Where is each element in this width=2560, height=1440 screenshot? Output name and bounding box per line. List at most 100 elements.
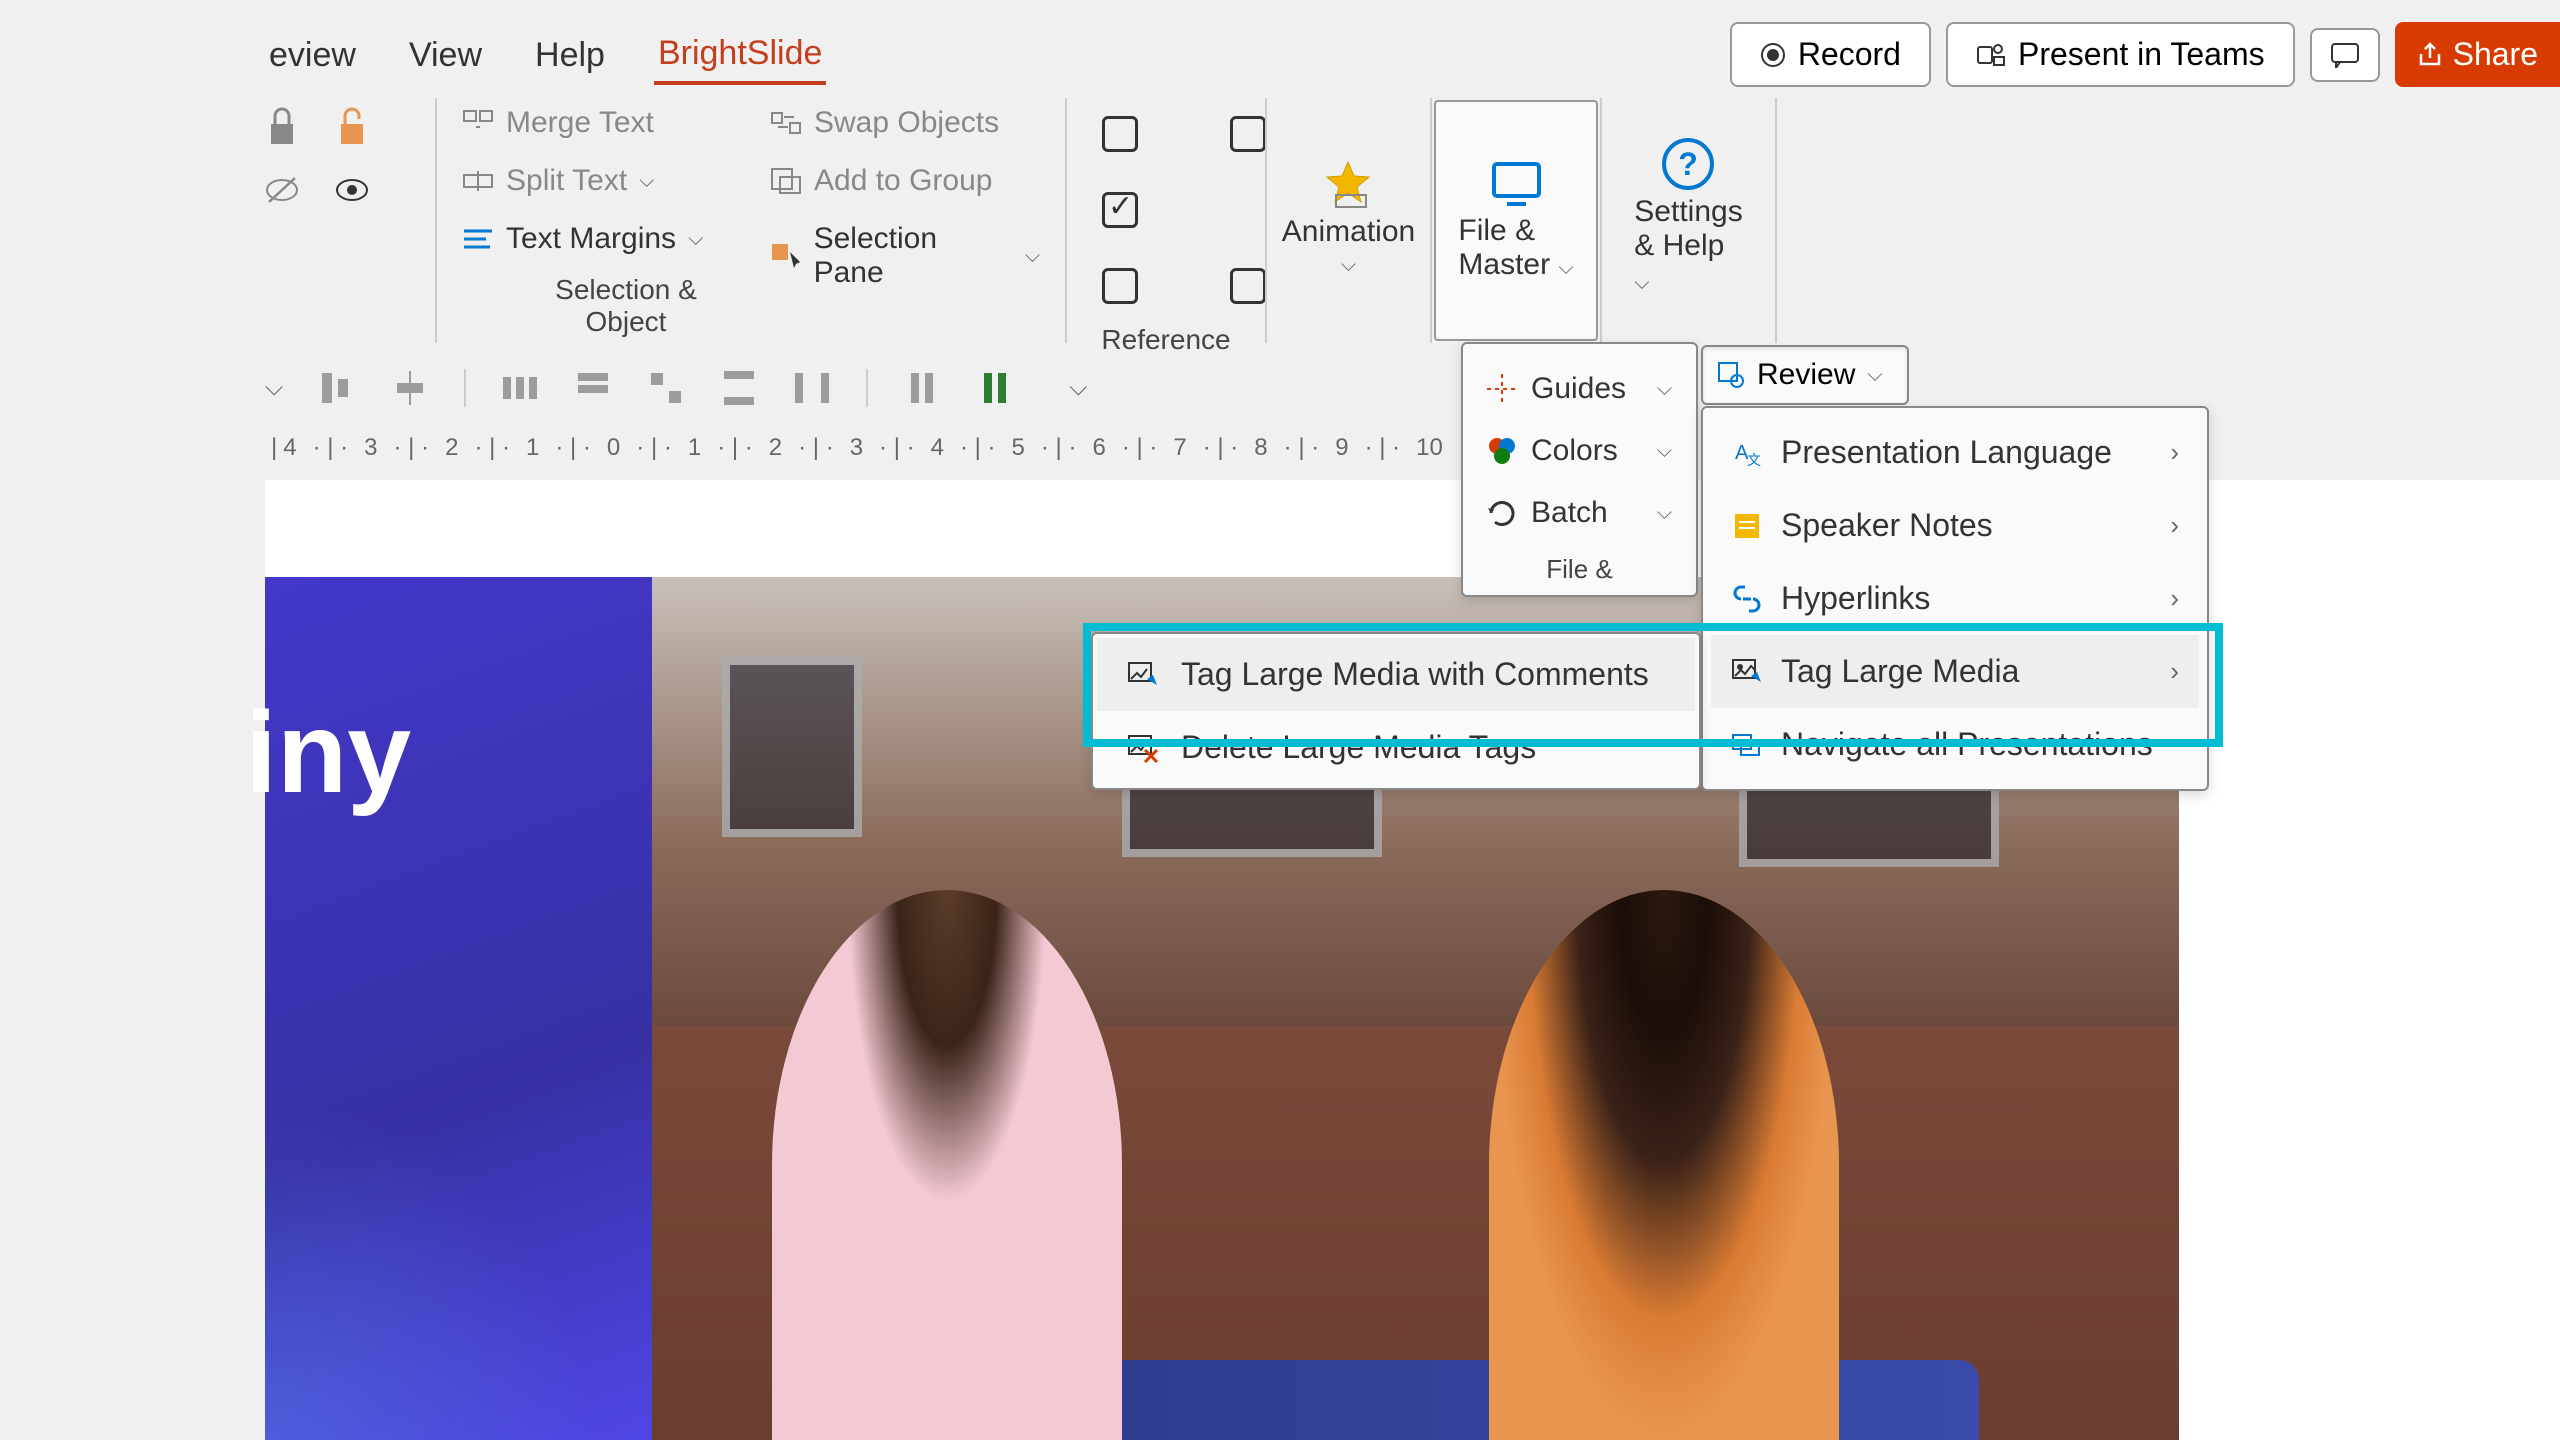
ruler: | 4· | · 3· | · 2· | · 1· | · 0· | · 1· … xyxy=(265,430,2560,466)
tab-help[interactable]: Help xyxy=(531,28,609,83)
split-text-label: Split Text xyxy=(506,164,627,198)
add-to-group-label: Add to Group xyxy=(814,164,992,198)
hyperlinks-label: Hyperlinks xyxy=(1781,580,1930,617)
speaker-notes-label: Speaker Notes xyxy=(1781,507,1993,544)
tab-view[interactable]: View xyxy=(405,28,486,83)
speaker-notes-item[interactable]: Speaker Notes › xyxy=(1711,489,2199,562)
tag-large-media-label: Tag Large Media xyxy=(1781,653,2019,690)
batch-icon xyxy=(1487,498,1517,528)
slide-title-text: iny xyxy=(245,687,411,819)
slide-canvas[interactable]: iny xyxy=(265,480,2560,1440)
eye-icon[interactable] xyxy=(335,176,370,204)
file-master-button[interactable]: File &Master ⌵ xyxy=(1434,100,1598,341)
guides-label: Guides xyxy=(1531,372,1626,406)
slide-title-panel: iny xyxy=(265,577,652,1440)
swap-objects-button[interactable]: Swap Objects xyxy=(770,106,1040,140)
more-icon[interactable]: ⌵ xyxy=(265,374,283,402)
svg-text:文: 文 xyxy=(1747,452,1761,468)
settings-help-button[interactable]: ? Settings& Help ⌵ xyxy=(1627,98,1750,338)
merge-icon xyxy=(462,109,494,137)
colors-item[interactable]: Colors ⌵ xyxy=(1481,420,1678,482)
help-icon: ? xyxy=(1661,137,1716,192)
align-icon-2[interactable] xyxy=(391,369,429,407)
merge-text-button[interactable]: Merge Text xyxy=(462,106,720,140)
more-icon-2[interactable]: ⌵ xyxy=(1069,374,1087,402)
distribute-icon-4[interactable] xyxy=(720,369,758,407)
swap-icon xyxy=(770,109,802,137)
review-icon xyxy=(1717,361,1745,389)
align-icon-1[interactable] xyxy=(318,369,356,407)
batch-item[interactable]: Batch ⌵ xyxy=(1481,482,1678,544)
language-icon: A文 xyxy=(1731,437,1763,469)
monitor-icon xyxy=(1489,159,1544,209)
group-icon xyxy=(770,167,802,195)
record-icon xyxy=(1760,42,1786,68)
checkbox-1[interactable] xyxy=(1102,116,1138,152)
share-button[interactable]: Share xyxy=(2395,22,2560,87)
distribute-icon-3[interactable] xyxy=(647,369,685,407)
margins-icon xyxy=(462,225,494,253)
tab-brightslide[interactable]: BrightSlide xyxy=(654,26,826,85)
tab-review[interactable]: eview xyxy=(265,28,360,83)
guides-item[interactable]: Guides ⌵ xyxy=(1481,358,1678,420)
tag-with-comments-item[interactable]: Tag Large Media with Comments xyxy=(1097,638,1695,711)
distribute-icon-5[interactable] xyxy=(793,369,831,407)
navigate-presentations-item[interactable]: Navigate all Presentations xyxy=(1711,708,2199,781)
checkbox-4[interactable] xyxy=(1102,268,1138,304)
distribute-icon-7[interactable] xyxy=(976,369,1014,407)
media-tag-icon xyxy=(1731,656,1763,688)
lock-icon[interactable] xyxy=(265,106,300,146)
hyperlinks-item[interactable]: Hyperlinks › xyxy=(1711,562,2199,635)
chevron-down-icon: ⌵ xyxy=(1657,502,1672,525)
comment-icon xyxy=(2330,42,2360,68)
checkbox-5[interactable] xyxy=(1230,268,1266,304)
pane-icon xyxy=(770,242,802,270)
text-margins-button[interactable]: Text Margins ⌵ xyxy=(462,222,720,256)
animation-label: Animation xyxy=(1282,215,1415,249)
review-button-active[interactable]: Review ⌵ xyxy=(1701,345,1909,405)
merge-text-label: Merge Text xyxy=(506,106,654,140)
guides-icon xyxy=(1487,374,1517,404)
chevron-down-icon: ⌵ xyxy=(1867,364,1882,387)
delete-tag-icon xyxy=(1127,732,1161,764)
delete-tags-label: Delete Large Media Tags xyxy=(1181,729,1536,766)
file-master-dropdown: Guides ⌵ Colors ⌵ Batch ⌵ File & xyxy=(1461,342,1698,597)
share-icon xyxy=(2417,42,2443,68)
checkbox-3[interactable] xyxy=(1102,192,1138,228)
review-label: Review xyxy=(1757,358,1855,392)
share-label: Share xyxy=(2453,36,2538,73)
checkbox-2[interactable] xyxy=(1230,116,1266,152)
tag-media-submenu: Tag Large Media with Comments Delete Lar… xyxy=(1091,632,1701,790)
chevron-down-icon: ⌵ xyxy=(639,170,654,193)
distribute-icon-1[interactable] xyxy=(501,369,539,407)
chevron-down-icon: ⌵ xyxy=(1657,378,1672,401)
navigate-presentations-label: Navigate all Presentations xyxy=(1781,726,2153,763)
record-button[interactable]: Record xyxy=(1730,22,1931,87)
comments-button[interactable] xyxy=(2310,28,2380,82)
chevron-down-icon: ⌵ xyxy=(688,228,703,251)
animation-button[interactable]: Animation ⌵ xyxy=(1292,98,1405,338)
swap-objects-label: Swap Objects xyxy=(814,106,999,140)
add-to-group-button[interactable]: Add to Group xyxy=(770,164,1040,198)
chevron-down-icon: ⌵ xyxy=(1657,440,1672,463)
settings-help-label: Settings& Help ⌵ xyxy=(1634,195,1742,297)
unlock-icon[interactable] xyxy=(335,106,370,146)
distribute-icon-2[interactable] xyxy=(574,369,612,407)
chevron-down-icon: ⌵ xyxy=(1025,245,1040,268)
group-label-selection: Selection & Object xyxy=(532,274,720,338)
selection-pane-label: Selection Pane xyxy=(814,222,1013,290)
animation-icon xyxy=(1321,160,1376,210)
present-teams-button[interactable]: Present in Teams xyxy=(1946,22,2295,87)
presentation-language-item[interactable]: A文 Presentation Language › xyxy=(1711,416,2199,489)
navigate-icon xyxy=(1731,729,1763,761)
chevron-down-icon: ⌵ xyxy=(1341,254,1356,277)
delete-tags-item[interactable]: Delete Large Media Tags xyxy=(1097,711,1695,784)
tag-large-media-item[interactable]: Tag Large Media › xyxy=(1711,635,2199,708)
chevron-right-icon: › xyxy=(2170,583,2179,614)
comment-tag-icon xyxy=(1127,659,1161,691)
split-text-button[interactable]: Split Text ⌵ xyxy=(462,164,720,198)
selection-pane-button[interactable]: Selection Pane ⌵ xyxy=(770,222,1040,290)
eye-slash-icon[interactable] xyxy=(265,176,300,204)
distribute-icon-6[interactable] xyxy=(903,369,941,407)
colors-icon xyxy=(1487,436,1517,466)
